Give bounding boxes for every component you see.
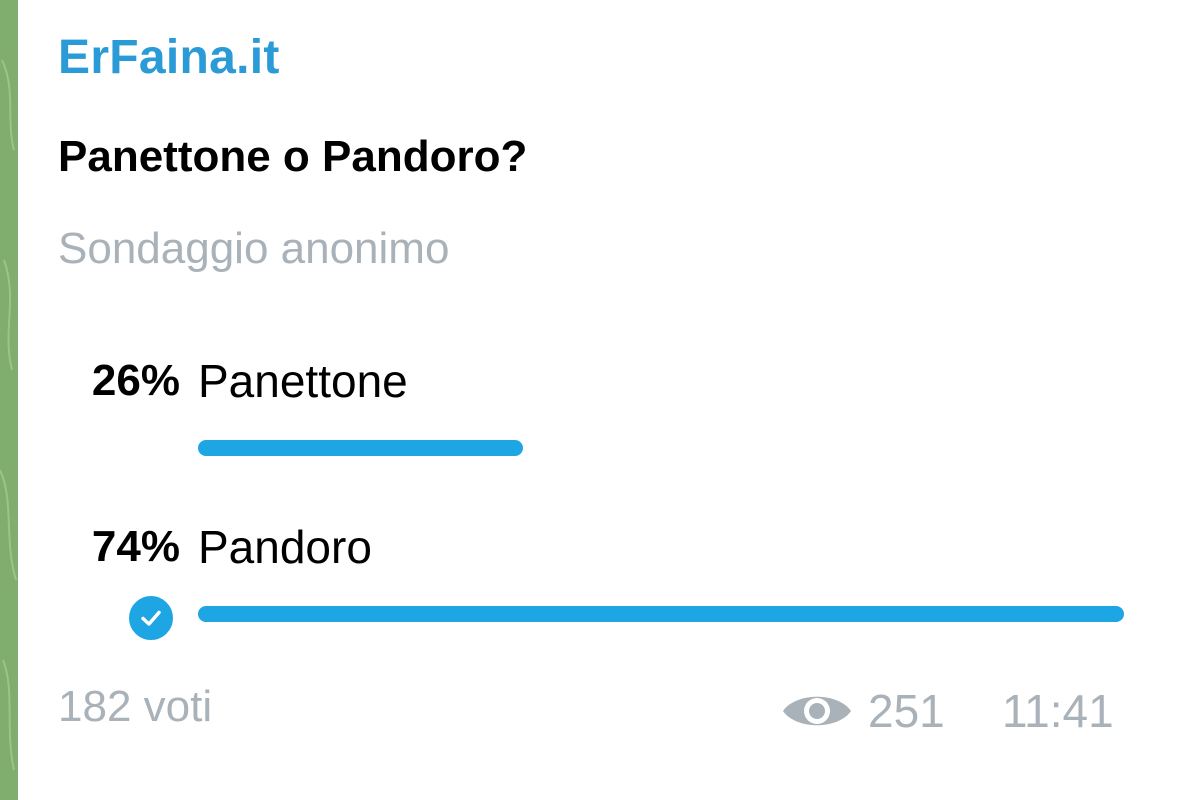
eye-icon <box>783 696 851 726</box>
option-result-bar <box>198 606 1124 622</box>
poll-question: Panettone o Pandoro? <box>58 132 528 181</box>
option-label: Panettone <box>198 355 408 407</box>
message-time: 11:41 <box>1002 685 1114 737</box>
option-percent: 74% <box>91 522 180 571</box>
view-count: 251 <box>868 685 945 737</box>
poll-type-label: Sondaggio anonimo <box>58 224 450 273</box>
channel-name[interactable]: ErFaina.it <box>58 30 280 85</box>
poll-message-bubble <box>18 0 1200 800</box>
option-result-bar <box>198 440 523 456</box>
option-label: Pandoro <box>198 521 372 573</box>
total-votes[interactable]: 182 voti <box>58 682 212 732</box>
chat-window: ErFaina.it Panettone o Pandoro? Sondaggi… <box>0 0 1200 800</box>
check-circle-icon <box>125 592 177 644</box>
option-percent: 26% <box>91 356 180 405</box>
